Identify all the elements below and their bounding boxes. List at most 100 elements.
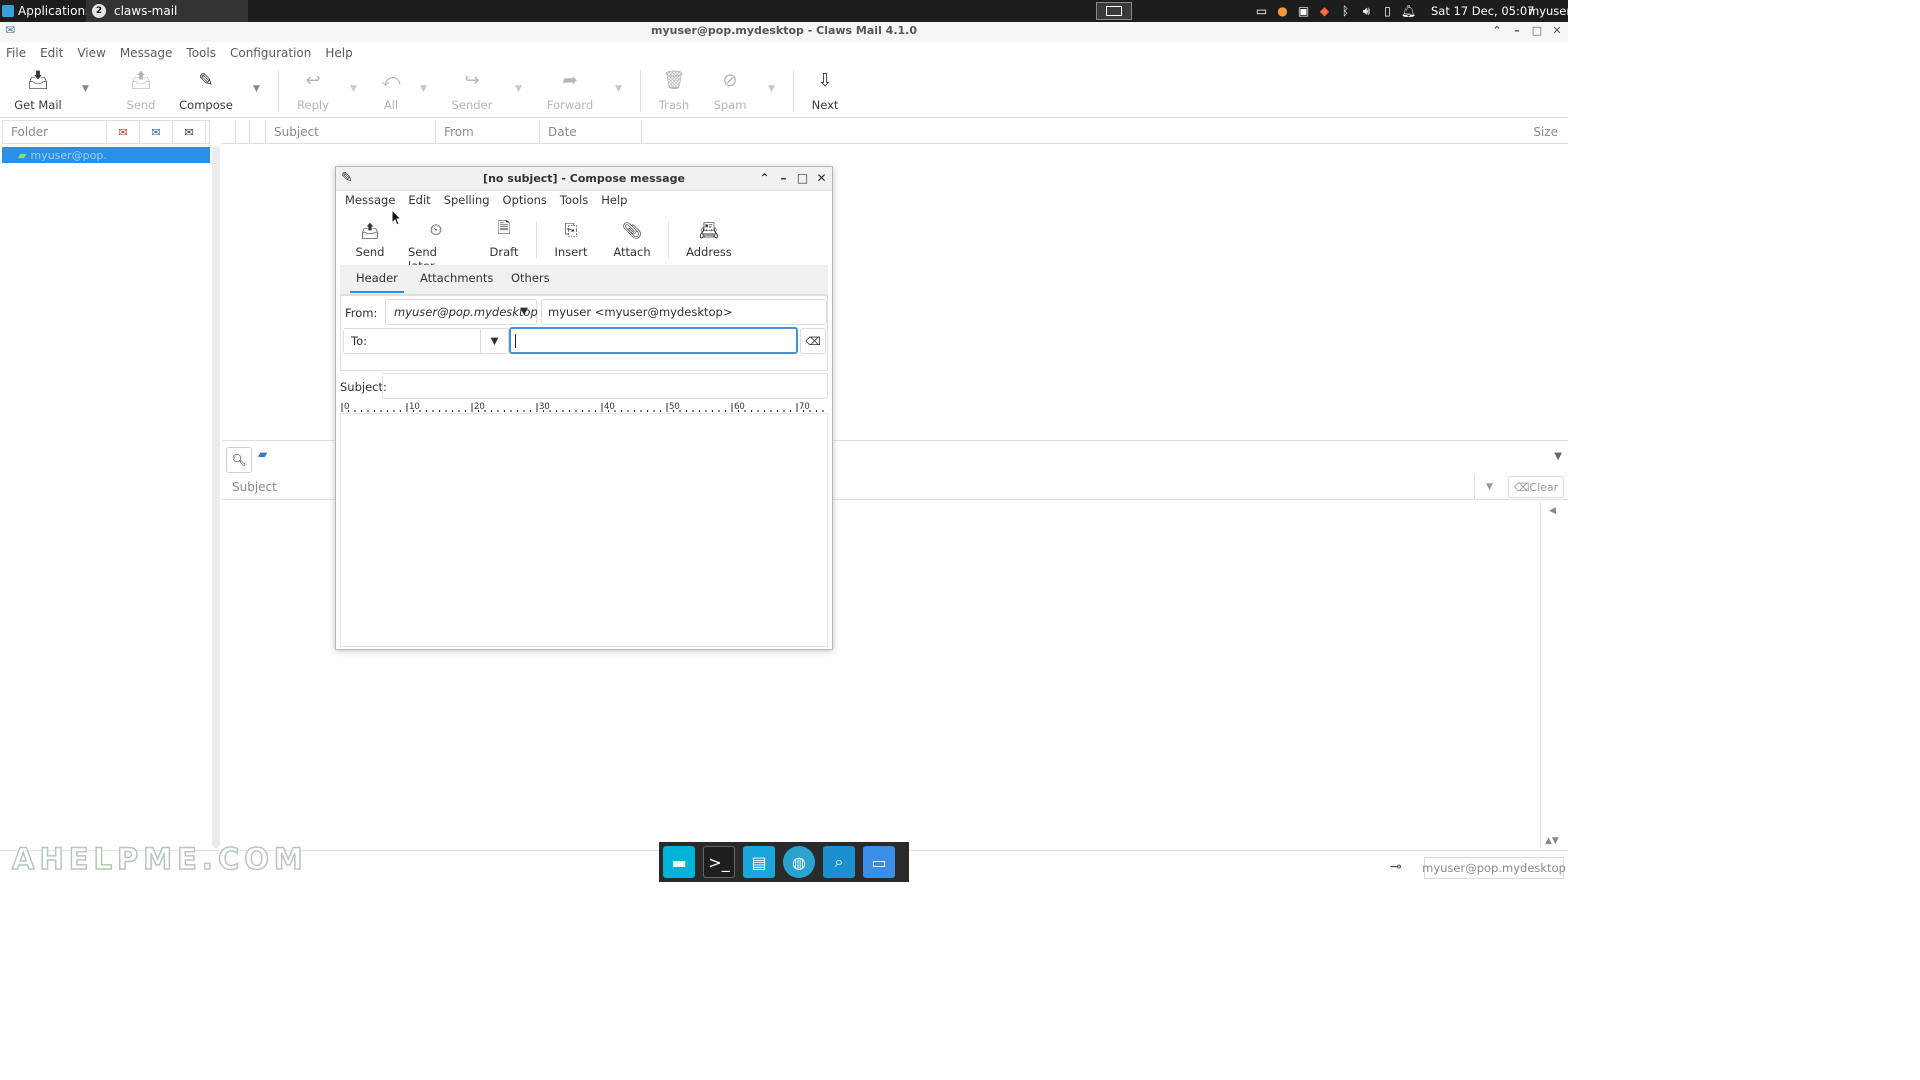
show-desktop-icon[interactable]: ▬ — [663, 846, 695, 878]
menu-help[interactable]: Help — [325, 42, 358, 64]
from-column-header[interactable]: From — [436, 119, 540, 144]
next-button[interactable]: ⇩ Next — [808, 68, 842, 114]
folder-icon[interactable]: ▭ — [863, 846, 895, 878]
bluetooth-icon[interactable]: ᛒ — [1338, 4, 1353, 19]
forward-button[interactable]: ➦ Forward — [546, 68, 594, 114]
spam-dropdown[interactable]: ▼ — [768, 84, 778, 94]
address-book-button[interactable]: 📇︎ Address — [686, 219, 732, 260]
compose-send-button[interactable]: 📤︎ Send — [354, 219, 386, 260]
message-body-editor[interactable] — [340, 413, 828, 647]
online-plug-icon[interactable]: ⊸ — [1390, 859, 1402, 875]
total-column-icon[interactable]: ✉ — [173, 121, 206, 143]
subject-input[interactable] — [382, 373, 828, 399]
subject-column-header[interactable]: Subject — [266, 119, 436, 144]
menu-message[interactable]: Message — [120, 42, 179, 64]
spam-button[interactable]: ⊘ Spam — [712, 68, 748, 114]
compose-dropdown[interactable]: ▼ — [253, 84, 263, 94]
compose-titlebar[interactable]: ✎ [no subject] - Compose message ⌃ – □ ✕ — [336, 167, 832, 191]
applications-menu[interactable]: Applications : — [2, 3, 99, 19]
reply-sender-dropdown[interactable]: ▼ — [515, 84, 525, 94]
search-history-dropdown[interactable]: ▼ — [1474, 474, 1504, 500]
from-address-field[interactable]: myuser <myuser@mydesktop> — [541, 299, 827, 325]
workspace-switcher[interactable] — [1096, 2, 1132, 20]
web-browser-icon[interactable]: ◍ — [783, 846, 815, 878]
attachment-column[interactable] — [250, 119, 266, 144]
clock[interactable]: Sat 17 Dec, 05:07 — [1431, 4, 1535, 18]
chevron-down-icon[interactable]: ▼ — [1554, 451, 1562, 462]
minimize-button[interactable]: – — [1510, 22, 1524, 40]
menu-edit[interactable]: Edit — [40, 42, 69, 64]
terminal-icon[interactable]: >_ — [703, 846, 735, 878]
get-mail-dropdown[interactable]: ▼ — [82, 84, 92, 94]
network-icon[interactable]: ▣ — [1296, 4, 1311, 19]
size-column-header[interactable]: Size — [642, 120, 1568, 144]
forward-label: Forward — [546, 98, 594, 112]
menu-view[interactable]: View — [77, 42, 111, 64]
folder-scrollbar[interactable] — [212, 146, 220, 848]
compose-maximize-button[interactable]: □ — [796, 167, 809, 190]
reply-all-button[interactable]: ⤺ All — [374, 68, 408, 114]
insert-button[interactable]: ⎘ Insert — [554, 219, 588, 259]
user-menu[interactable]: myuser — [1528, 4, 1571, 18]
taskbar-item-claws-mail[interactable]: 2 claws-mail — [86, 0, 248, 22]
reply-dropdown[interactable]: ▼ — [350, 84, 360, 94]
send-button[interactable]: 📤︎ Send — [122, 68, 160, 114]
unread-column-icon[interactable]: ✉ — [140, 121, 173, 143]
menu-configuration[interactable]: Configuration — [230, 42, 317, 64]
compose-menu-message[interactable]: Message — [345, 193, 395, 211]
tab-others[interactable]: Others — [511, 271, 550, 285]
app-finder-icon[interactable]: ⌕ — [823, 846, 855, 878]
scroll-left-icon[interactable]: ◀ — [1549, 506, 1556, 516]
compose-menu-help[interactable]: Help — [601, 193, 627, 211]
compose-minimize-button[interactable]: – — [777, 167, 790, 190]
battery-icon[interactable]: ▯ — [1380, 4, 1395, 19]
remove-recipient-button[interactable]: ⌫ — [800, 328, 826, 354]
clipboard-icon[interactable]: ▭ — [1254, 4, 1269, 19]
search-folder-icon[interactable]: ▰ — [258, 447, 267, 461]
mark-column[interactable] — [222, 119, 236, 144]
draft-button[interactable]: 🗎 Draft — [488, 218, 520, 260]
compose-menu-spelling[interactable]: Spelling — [444, 193, 490, 211]
shade-button[interactable]: ⌃ — [1490, 22, 1504, 40]
folder-item-account[interactable]: ▰ myuser@pop. — [2, 147, 210, 163]
maximize-button[interactable]: □ — [1530, 22, 1544, 40]
date-column-header[interactable]: Date — [540, 119, 642, 144]
volume-icon[interactable]: 🔊︎ — [1359, 4, 1374, 19]
recipient-type-select[interactable]: To: ▼ — [343, 328, 509, 354]
tab-attachments[interactable]: Attachments — [420, 271, 493, 285]
clear-search-button[interactable]: ⌫ Clear — [1508, 476, 1564, 498]
from-account-select[interactable]: myuser@pop.mydesktop ▼ — [385, 299, 538, 325]
folder-column-header[interactable]: Folder — [3, 121, 107, 143]
tab-header[interactable]: Header — [350, 271, 404, 293]
scroll-arrows-icon[interactable]: ▲▼ — [1545, 836, 1559, 846]
notification-bell-icon[interactable]: 🔔︎ — [1401, 4, 1416, 19]
compose-menu-edit[interactable]: Edit — [408, 193, 430, 211]
file-manager-icon[interactable]: ▤ — [743, 846, 775, 878]
account-selector[interactable]: myuser@pop.mydesktop — [1422, 857, 1566, 879]
menu-file[interactable]: File — [6, 42, 32, 64]
message-view-scrollbar[interactable]: ◀ ▲▼ — [1540, 502, 1566, 848]
chevron-down-icon[interactable]: ▼ — [480, 329, 508, 353]
compose-close-button[interactable]: ✕ — [815, 167, 828, 190]
menu-tools[interactable]: Tools — [186, 42, 222, 64]
compose-button[interactable]: ✎ Compose — [178, 68, 234, 114]
to-address-input[interactable] — [509, 327, 798, 354]
new-mail-column-icon[interactable]: ✉ — [107, 121, 140, 143]
reply-sender-button[interactable]: ↪ Sender — [450, 68, 494, 114]
attach-button[interactable]: 📎︎ Attach — [613, 219, 650, 260]
firefox-icon[interactable]: ● — [1275, 4, 1290, 19]
shield-icon[interactable]: ◆ — [1317, 4, 1332, 19]
reply-button[interactable]: ↩ Reply — [294, 68, 332, 114]
compose-menu-options[interactable]: Options — [503, 193, 547, 211]
compose-menu-tools[interactable]: Tools — [560, 193, 588, 211]
close-button[interactable]: ✕ — [1550, 22, 1564, 40]
window-titlebar[interactable]: ✉ myuser@pop.mydesktop - Claws Mail 4.1.… — [0, 22, 1568, 42]
search-type-label[interactable]: Subject — [232, 480, 277, 494]
search-icon[interactable]: 🔍︎ — [226, 447, 252, 473]
compose-shade-button[interactable]: ⌃ — [758, 167, 771, 190]
get-mail-button[interactable]: 📥︎ Get Mail — [14, 68, 62, 114]
reply-all-dropdown[interactable]: ▼ — [420, 84, 430, 94]
forward-dropdown[interactable]: ▼ — [615, 84, 625, 94]
trash-button[interactable]: 🗑︎ Trash — [656, 68, 692, 114]
status-column[interactable] — [236, 119, 250, 144]
